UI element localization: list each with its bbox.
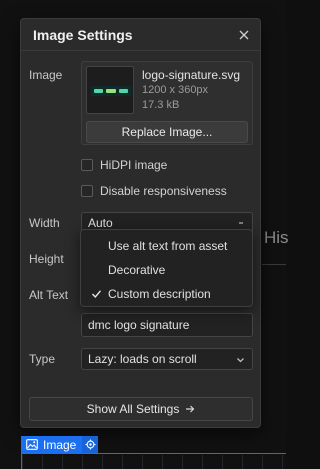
checkmark-icon: [91, 290, 102, 299]
alt-text-value: dmc logo signature: [88, 318, 190, 332]
width-value: Auto: [88, 216, 113, 230]
disable-responsive-checkbox[interactable]: [81, 185, 93, 197]
disable-responsive-checkbox-row[interactable]: Disable responsiveness: [81, 184, 227, 198]
show-all-settings-button[interactable]: Show All Settings: [29, 397, 253, 421]
image-dimensions: 1200 x 360px: [142, 84, 209, 96]
element-tag-label[interactable]: Image: [21, 436, 83, 453]
alt-text-label: Alt Text: [29, 288, 69, 302]
menu-item-label: Decorative: [108, 263, 166, 277]
alt-text-input[interactable]: dmc logo signature: [81, 313, 253, 337]
hidpi-checkbox-row[interactable]: HiDPI image: [81, 158, 167, 172]
element-tag-text: Image: [43, 437, 77, 452]
replace-image-button[interactable]: Replace Image...: [86, 121, 248, 143]
panel-header: Image Settings: [21, 19, 260, 51]
image-file-size: 17.3 kB: [142, 99, 180, 111]
selected-element-tag: Image: [21, 436, 99, 453]
show-all-settings-label: Show All Settings: [86, 402, 180, 416]
menu-item-label: Use alt text from asset: [108, 239, 228, 253]
image-icon: [26, 439, 38, 450]
arrow-right-icon: [186, 405, 195, 413]
menu-item-use-alt-text[interactable]: Use alt text from asset: [81, 234, 252, 258]
loading-type-value: Lazy: loads on scroll: [88, 352, 197, 366]
image-settings-panel: Image Settings Image logo-signature.svg …: [20, 18, 261, 428]
canvas-divider: [262, 264, 286, 265]
type-label: Type: [29, 352, 56, 366]
height-label: Height: [29, 252, 64, 266]
chevron-down-icon: [239, 222, 243, 224]
chevron-down-icon: [237, 358, 244, 363]
image-picker: logo-signature.svg 1200 x 360px 17.3 kB …: [81, 61, 253, 145]
canvas-heading-fragment: His: [264, 228, 289, 247]
image-thumbnail[interactable]: [86, 66, 134, 114]
loading-type-select[interactable]: Lazy: loads on scroll: [81, 348, 253, 370]
close-button[interactable]: [234, 25, 254, 45]
menu-item-label: Custom description: [108, 287, 211, 301]
width-label: Width: [29, 216, 60, 230]
disable-responsive-label: Disable responsiveness: [100, 184, 227, 198]
menu-item-decorative[interactable]: Decorative: [81, 258, 252, 282]
hidpi-checkbox[interactable]: [81, 159, 93, 171]
image-file-name: logo-signature.svg: [142, 68, 241, 82]
image-label: Image: [29, 68, 63, 82]
menu-item-custom-description[interactable]: Custom description: [81, 282, 252, 306]
close-icon: [239, 30, 249, 40]
logo-preview: [91, 86, 131, 96]
hidpi-label: HiDPI image: [100, 158, 168, 172]
panel-title: Image Settings: [33, 27, 133, 43]
element-settings-button[interactable]: [82, 436, 99, 453]
alt-text-dropdown-menu: Use alt text from asset Decorative Custo…: [80, 229, 253, 307]
gear-icon: [85, 439, 96, 450]
canvas-guides: [22, 455, 286, 469]
